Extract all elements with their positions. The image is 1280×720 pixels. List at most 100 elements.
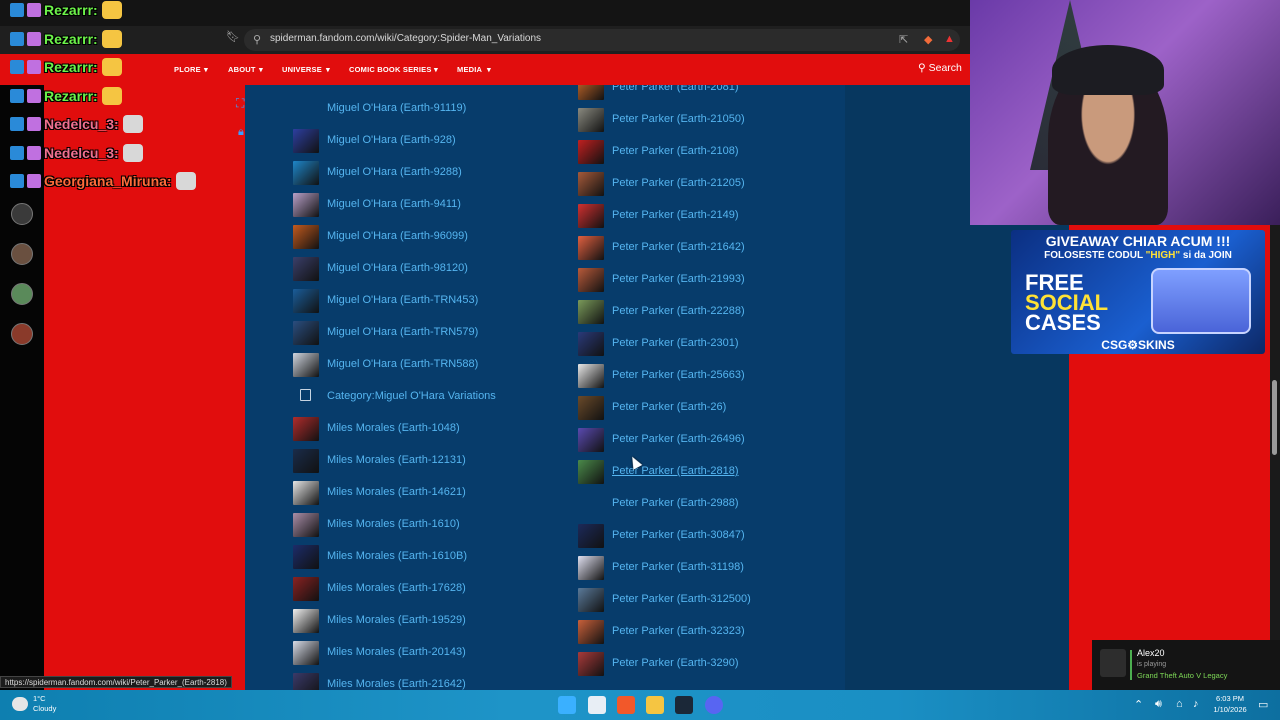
server-avatar[interactable]	[11, 283, 33, 305]
entry-thumbnail[interactable]	[578, 620, 604, 644]
search-button[interactable]: ⚲ Search	[918, 62, 962, 74]
entry-link[interactable]: Miguel O'Hara (Earth-91119)	[327, 102, 466, 114]
server-avatar[interactable]	[11, 243, 33, 265]
clock-time[interactable]: 6:03 PM	[1210, 694, 1250, 703]
entry-link[interactable]: Peter Parker (Earth-3290)	[612, 657, 739, 669]
volume-icon[interactable]: ♪	[1193, 698, 1199, 710]
entry-thumbnail[interactable]	[293, 481, 319, 505]
entry-link[interactable]: Peter Parker (Earth-21050)	[612, 113, 745, 125]
entry-link[interactable]: Peter Parker (Earth-25663)	[612, 369, 745, 381]
entry-link[interactable]: Miles Morales (Earth-21642)	[327, 678, 466, 690]
notifications-icon[interactable]: ▭	[1258, 698, 1268, 711]
entry-link[interactable]: Peter Parker (Earth-22288)	[612, 305, 745, 317]
entry-link[interactable]: Miles Morales (Earth-14621)	[327, 486, 466, 498]
entry-link[interactable]: Miles Morales (Earth-1610B)	[327, 550, 467, 562]
entry-thumbnail[interactable]	[293, 449, 319, 473]
entry-link[interactable]: Miles Morales (Earth-1048)	[327, 422, 460, 434]
weather-desc[interactable]: Cloudy	[33, 704, 56, 713]
steam-icon[interactable]	[675, 696, 693, 714]
entry-thumbnail[interactable]	[293, 321, 319, 345]
share-icon[interactable]: ⇱	[899, 33, 908, 46]
fullscreen-icon[interactable]: ⛶	[236, 96, 244, 111]
entry-thumbnail[interactable]	[578, 204, 604, 228]
tray-chevron-icon[interactable]: ⌃	[1134, 698, 1143, 711]
entry-thumbnail[interactable]	[293, 225, 319, 249]
entry-link[interactable]: Peter Parker (Earth-2108)	[612, 145, 739, 157]
clock-date[interactable]: 1/10/2026	[1210, 705, 1250, 714]
weather-icon[interactable]	[12, 697, 28, 711]
entry-link[interactable]: Peter Parker (Earth-21205)	[612, 177, 745, 189]
entry-link[interactable]: Peter Parker (Earth-30847)	[612, 529, 745, 541]
entry-link[interactable]: Miguel O'Hara (Earth-9288)	[327, 166, 462, 178]
entry-thumbnail[interactable]	[578, 588, 604, 612]
entry-link[interactable]: Peter Parker (Earth-31198)	[612, 561, 744, 573]
file-explorer-icon[interactable]	[646, 696, 664, 714]
tab-bar[interactable]	[0, 0, 970, 26]
entry-link[interactable]: Miguel O'Hara (Earth-TRN453)	[327, 294, 478, 306]
steam-notification[interactable]: Alex20 is playing Grand Theft Auto V Leg…	[1092, 640, 1280, 690]
site-info-icon[interactable]: ⚲	[253, 33, 261, 46]
lock-icon[interactable]: 🔒︎	[238, 126, 244, 139]
entry-link[interactable]: Peter Parker (Earth-2081)	[612, 85, 739, 93]
brave-rewards-icon[interactable]: ▲	[944, 33, 955, 45]
entry-thumbnail[interactable]	[293, 257, 319, 281]
entry-link[interactable]: Peter Parker (Earth-32323)	[612, 625, 745, 637]
entry-link[interactable]: Peter Parker (Earth-26496)	[612, 433, 745, 445]
entry-thumbnail[interactable]	[578, 332, 604, 356]
server-avatar[interactable]	[11, 203, 33, 225]
entry-link[interactable]: Miles Morales (Earth-20143)	[327, 646, 466, 658]
entry-thumbnail[interactable]	[578, 108, 604, 132]
entry-thumbnail[interactable]	[578, 236, 604, 260]
entry-thumbnail[interactable]	[578, 364, 604, 388]
discord-icon[interactable]	[705, 696, 723, 714]
entry-thumbnail[interactable]	[293, 513, 319, 537]
entry-thumbnail[interactable]	[293, 161, 319, 185]
entry-link[interactable]: Peter Parker (Earth-21993)	[612, 273, 745, 285]
entry-thumbnail[interactable]	[293, 129, 319, 153]
entry-link[interactable]: Peter Parker (Earth-26)	[612, 401, 726, 413]
entry-thumbnail[interactable]	[293, 545, 319, 569]
entry-thumbnail[interactable]	[293, 289, 319, 313]
nav-media[interactable]: MEDIA	[457, 65, 482, 74]
bookmark-icon[interactable]: 🔖︎	[226, 30, 240, 43]
entry-thumbnail[interactable]	[578, 172, 604, 196]
entry-link[interactable]: Miles Morales (Earth-12131)	[327, 454, 466, 466]
entry-thumbnail[interactable]	[578, 460, 604, 484]
network-icon[interactable]: ⌂	[1176, 698, 1183, 710]
entry-thumbnail[interactable]	[578, 140, 604, 164]
entry-thumbnail[interactable]	[578, 396, 604, 420]
entry-thumbnail[interactable]	[578, 524, 604, 548]
entry-thumbnail[interactable]	[578, 652, 604, 676]
entry-link[interactable]: Miguel O'Hara (Earth-96099)	[327, 230, 468, 242]
nav-comic-book-series[interactable]: COMIC BOOK SERIES	[349, 65, 432, 74]
start-icon[interactable]	[558, 696, 576, 714]
brave-shield-icon[interactable]: ◆	[924, 33, 932, 46]
taskview-icon[interactable]	[588, 696, 606, 714]
nav-about[interactable]: ABOUT	[228, 65, 256, 74]
entry-link[interactable]: Miles Morales (Earth-17628)	[327, 582, 466, 594]
scrollbar[interactable]	[1270, 225, 1280, 690]
entry-link[interactable]: Miles Morales (Earth-1610)	[327, 518, 460, 530]
speaker-icon[interactable]: 🔊︎	[1155, 698, 1162, 711]
url-field[interactable]: ⚲ spiderman.fandom.com/wiki/Category:Spi…	[244, 29, 960, 51]
entry-link[interactable]: Category:Miguel O'Hara Variations	[327, 390, 496, 402]
entry-thumbnail[interactable]	[293, 353, 319, 377]
entry-link[interactable]: Peter Parker (Earth-2149)	[612, 209, 739, 221]
entry-thumbnail[interactable]	[293, 673, 319, 690]
entry-link[interactable]: Miles Morales (Earth-19529)	[327, 614, 466, 626]
scrollbar-thumb[interactable]	[1272, 380, 1277, 455]
entry-link[interactable]: Peter Parker (Earth-2988)	[612, 497, 739, 509]
nav-universe[interactable]: UNIVERSE	[282, 65, 322, 74]
entry-thumbnail[interactable]	[293, 577, 319, 601]
entry-thumbnail[interactable]	[293, 641, 319, 665]
entry-link[interactable]: Peter Parker (Earth-312500)	[612, 593, 751, 605]
entry-link[interactable]: Peter Parker (Earth-2301)	[612, 337, 739, 349]
server-avatar[interactable]	[11, 323, 33, 345]
entry-thumbnail[interactable]	[578, 300, 604, 324]
nav-explore[interactable]: PLORE	[174, 65, 201, 74]
entry-thumbnail[interactable]	[578, 85, 604, 100]
entry-link[interactable]: Miguel O'Hara (Earth-TRN579)	[327, 326, 478, 338]
weather-temp[interactable]: 1°C	[33, 694, 46, 703]
entry-thumbnail[interactable]	[293, 417, 319, 441]
entry-link[interactable]: Miguel O'Hara (Earth-9411)	[327, 198, 461, 210]
